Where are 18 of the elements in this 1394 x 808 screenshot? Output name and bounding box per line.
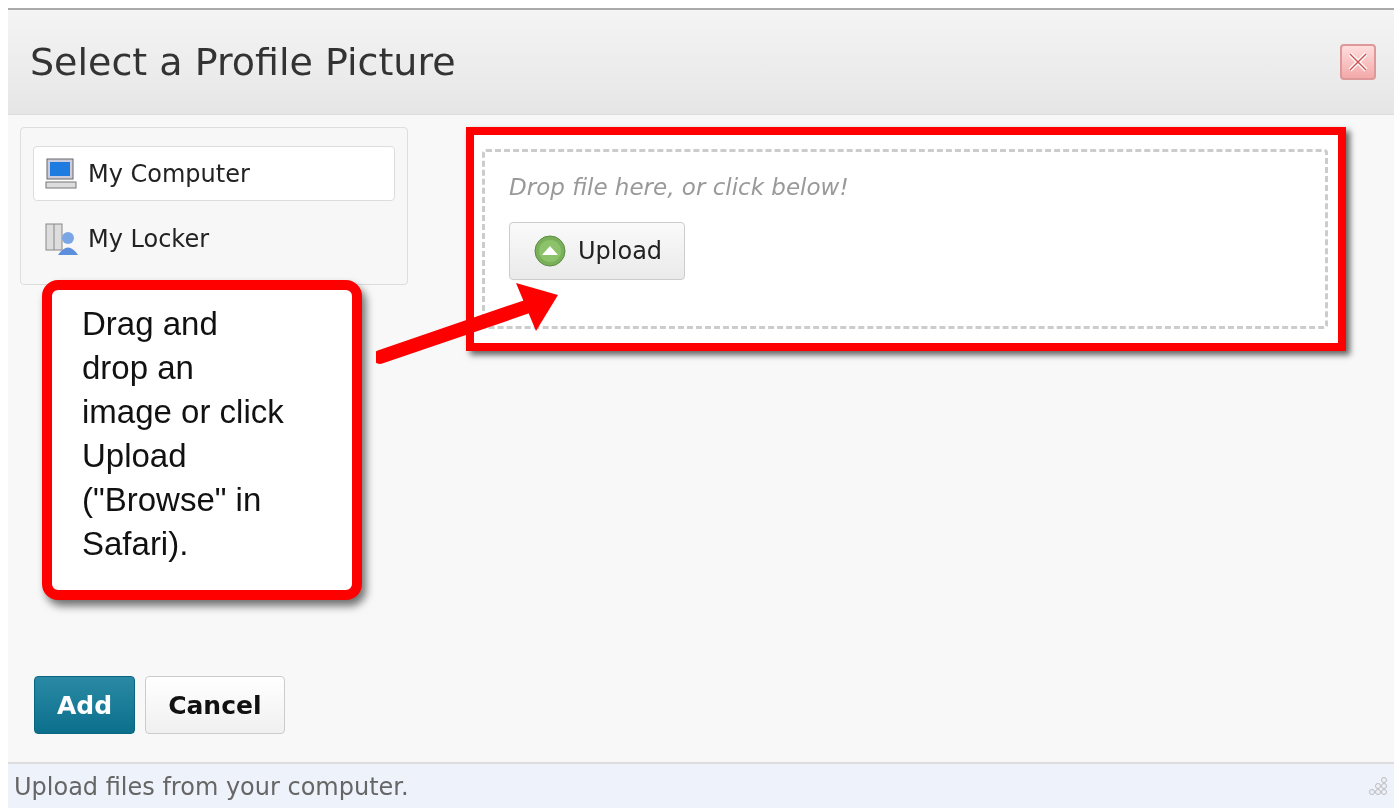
- add-button[interactable]: Add: [34, 676, 136, 734]
- source-item[interactable]: My Locker: [33, 211, 395, 266]
- close-button[interactable]: [1340, 44, 1376, 80]
- callout-note: Drag and drop an image or click Upload ("Browse" in Safari).: [42, 280, 362, 600]
- status-text: Upload files from your computer.: [14, 773, 409, 801]
- source-label: My Computer: [88, 159, 250, 188]
- cancel-button[interactable]: Cancel: [145, 676, 285, 734]
- source-item[interactable]: My Computer: [33, 146, 395, 201]
- dialog-title: Select a Profile Picture: [30, 40, 456, 84]
- source-label: My Locker: [88, 224, 210, 253]
- drop-zone[interactable]: Drop file here, or click below! Upload: [482, 149, 1328, 329]
- locker-icon: [44, 221, 78, 256]
- upload-icon: [534, 235, 566, 267]
- upload-button[interactable]: Upload: [509, 222, 686, 280]
- computer-icon: [44, 156, 78, 191]
- close-icon: [1346, 50, 1370, 74]
- resize-grip-icon[interactable]: [1366, 776, 1388, 798]
- drop-hint: Drop file here, or click below!: [509, 174, 849, 200]
